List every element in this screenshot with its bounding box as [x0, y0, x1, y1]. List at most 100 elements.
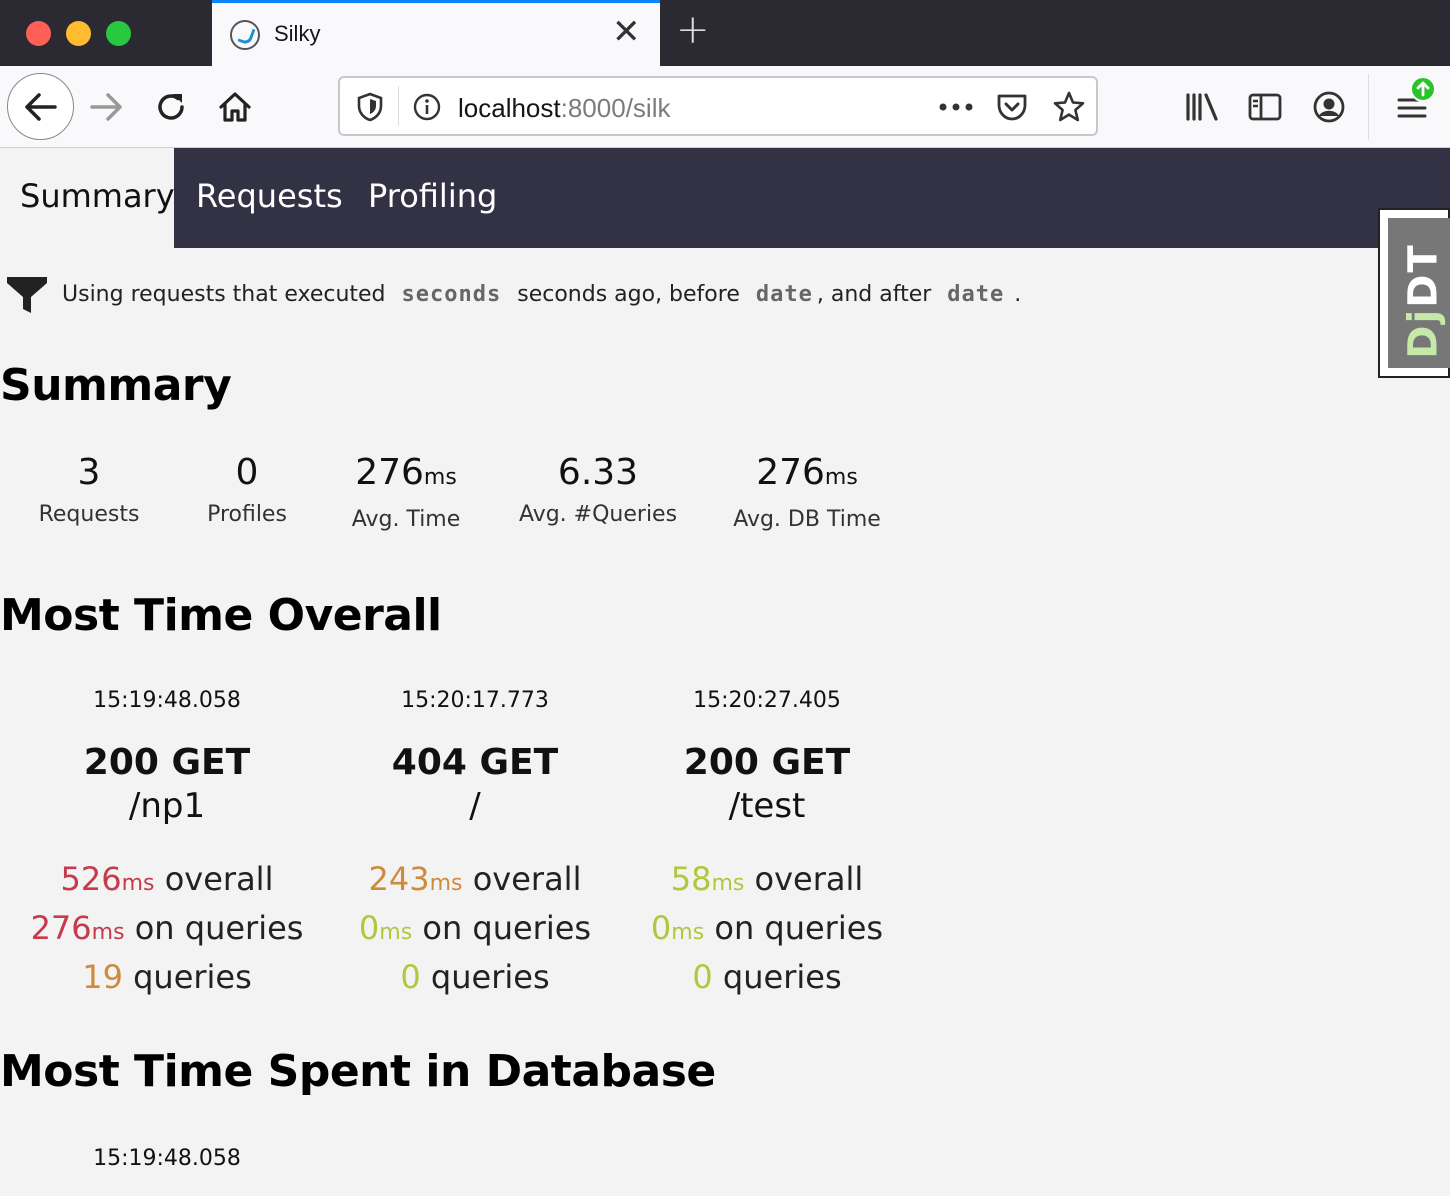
library-icon[interactable] — [1184, 92, 1220, 122]
request-metrics: 58ms overall 0ms on queries 0 queries — [617, 857, 917, 1000]
url-bar[interactable]: localhost:8000/silk — [338, 76, 1098, 136]
stat-avg-time: 276ms Avg. Time — [344, 450, 468, 532]
metric-label: queries — [430, 958, 550, 996]
metric-value: 276 — [30, 909, 92, 947]
window-close-button[interactable] — [26, 21, 51, 46]
request-timestamp: 15:20:27.405 — [693, 688, 841, 713]
metric-label: overall — [472, 860, 582, 898]
home-button[interactable] — [216, 66, 254, 148]
bookmark-star-icon[interactable] — [1052, 90, 1086, 124]
metric-value: 58 — [670, 860, 712, 898]
filter-text-4: . — [1014, 281, 1022, 307]
stat-label: Requests — [38, 502, 140, 527]
window-minimize-button[interactable] — [66, 21, 91, 46]
djdt-logo: DjDT — [1401, 243, 1447, 358]
metric-overall: 526ms overall — [17, 857, 317, 906]
page-actions-icon[interactable] — [938, 102, 974, 112]
metric-value: 0 — [650, 909, 672, 947]
forward-button[interactable] — [88, 66, 124, 148]
browser-toolbar: localhost:8000/silk — [0, 66, 1450, 148]
request-card[interactable]: 15:20:27.405 200 GET /test 58ms overall … — [617, 688, 917, 1000]
metric-label: overall — [754, 860, 864, 898]
toolbar-separator — [1368, 74, 1369, 140]
request-card[interactable]: 15:19:48.058 200 GET /np1 526ms overall … — [17, 688, 317, 1000]
sidebar-toggle-icon[interactable] — [1248, 92, 1282, 122]
metric-num-queries: 0 queries — [617, 955, 917, 1000]
reload-icon — [158, 94, 184, 120]
window-maximize-button[interactable] — [106, 21, 131, 46]
request-metrics: 526ms overall 276ms on queries 19 querie… — [17, 857, 317, 1000]
silk-nav-dark-bg — [174, 148, 1450, 248]
djdt-handle-inner: DjDT — [1388, 218, 1450, 368]
filter-seconds-input[interactable]: seconds — [402, 282, 502, 307]
stat-requests: 3 Requests — [28, 450, 150, 527]
metric-label: queries — [722, 958, 842, 996]
metric-unit: ms — [429, 871, 463, 896]
back-button[interactable] — [7, 73, 74, 140]
metric-label: on queries — [714, 909, 884, 947]
stat-label: Profiles — [207, 502, 287, 527]
metric-overall: 58ms overall — [617, 857, 917, 906]
metric-value: 526 — [60, 860, 122, 898]
url-separator — [398, 86, 399, 126]
filter-text-1: Using requests that executed — [62, 281, 386, 307]
metric-unit: ms — [121, 871, 155, 896]
stat-label: Avg. DB Time — [733, 507, 881, 532]
request-path: / — [469, 786, 481, 826]
tab-profiling[interactable]: Profiling — [368, 177, 497, 215]
tab-summary[interactable]: Summary — [20, 177, 175, 215]
stat-profiles: 0 Profiles — [196, 450, 298, 527]
request-timestamp: 15:20:17.773 — [401, 688, 549, 713]
account-icon[interactable] — [1312, 90, 1346, 124]
metric-label: queries — [133, 958, 252, 996]
stat-label: Avg. Time — [351, 507, 461, 532]
stat-value: 6.33 — [514, 450, 682, 496]
metric-unit: ms — [91, 920, 125, 945]
metric-label: on queries — [134, 909, 304, 947]
browser-tab-active[interactable]: Silky ✕ — [212, 0, 660, 66]
update-available-icon[interactable] — [1410, 76, 1436, 102]
request-metrics: 243ms overall 0 ms on queries 0 queries — [325, 857, 625, 1000]
request-status-method: 404 GET — [391, 742, 559, 783]
filter-after-date-input[interactable]: date — [947, 282, 1004, 307]
pocket-icon[interactable] — [996, 91, 1028, 123]
silk-favicon-icon — [230, 20, 260, 50]
new-tab-icon[interactable]: + — [676, 10, 710, 50]
request-timestamp: 15:19:48.058 — [93, 688, 241, 713]
tab-close-icon[interactable]: ✕ — [612, 15, 641, 49]
request-path: /np1 — [128, 786, 206, 826]
filter-funnel-icon[interactable] — [6, 273, 48, 315]
tracking-shield-icon[interactable] — [356, 92, 384, 122]
request-timestamp: 15:19:48.058 — [93, 1146, 241, 1171]
tab-title: Silky — [274, 21, 321, 46]
request-card[interactable]: 15:19:48.058 — [17, 1146, 317, 1171]
metric-num-queries: 0 queries — [325, 955, 625, 1000]
home-icon — [219, 92, 251, 122]
metric-value: 0 — [358, 909, 380, 947]
url-host: localhost — [458, 93, 561, 123]
metric-value: 0 — [400, 958, 421, 996]
summary-heading: Summary — [0, 360, 232, 411]
filter-text-3: , and after — [816, 281, 932, 307]
metric-label: on queries — [422, 909, 592, 947]
request-status-method: 200 GET — [683, 742, 851, 783]
tab-requests[interactable]: Requests — [196, 177, 343, 215]
metric-label: overall — [164, 860, 274, 898]
metric-num-queries: 19 queries — [17, 955, 317, 1000]
stat-value: 276ms — [726, 450, 888, 501]
url-path: :8000/silk — [560, 93, 671, 123]
request-card[interactable]: 15:20:17.773 404 GET / 243ms overall 0 ms… — [325, 688, 625, 1000]
metric-query-time: 276ms on queries — [17, 906, 317, 955]
reload-button[interactable] — [152, 66, 190, 148]
stat-number: 276 — [756, 452, 825, 493]
djdt-logo-prefix: Dj — [1400, 307, 1447, 359]
django-debug-toolbar-handle[interactable]: DjDT — [1378, 208, 1450, 378]
stat-label: Avg. #Queries — [518, 502, 678, 527]
url-text[interactable]: localhost:8000/silk — [458, 93, 670, 124]
site-info-icon[interactable] — [412, 92, 442, 122]
stat-unit: ms — [423, 465, 457, 490]
stat-number: 276 — [355, 452, 424, 493]
filter-before-date-input[interactable]: date — [756, 282, 813, 307]
metric-overall: 243ms overall — [325, 857, 625, 906]
arrow-right-icon — [90, 93, 122, 121]
